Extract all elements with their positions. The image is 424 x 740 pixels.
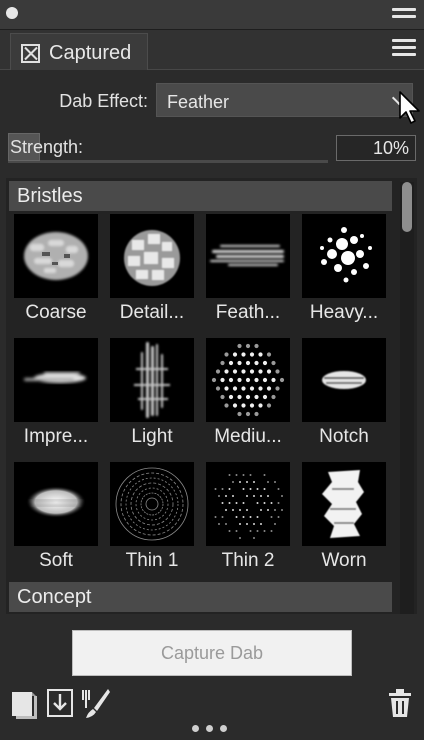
dab-item-thin2[interactable]: Thin 2 — [204, 462, 296, 586]
dab-effect-label: Dab Effect: — [59, 91, 148, 111]
heavy-dab-icon — [302, 214, 386, 298]
brush-controls-icon[interactable] — [80, 686, 112, 720]
coarse-dab-icon — [14, 214, 98, 298]
dab-effect-dropdown[interactable]: Feather — [156, 83, 413, 117]
dab-item-detail[interactable]: Detail... — [108, 214, 200, 338]
dab-item-heavy[interactable]: Heavy... — [300, 214, 392, 338]
light-dab-icon — [110, 338, 194, 422]
tab-bar: Captured — [0, 30, 424, 70]
dab-label: Light — [131, 426, 173, 447]
dab-item-soft[interactable]: Soft — [12, 462, 104, 586]
dab-item-light[interactable]: Light — [108, 338, 200, 462]
section-title: Bristles — [17, 185, 83, 207]
thin2-dab-icon — [206, 462, 290, 546]
notch-dab-icon — [302, 338, 386, 422]
dab-item-feather[interactable]: Feath... — [204, 214, 296, 338]
dab-label: Soft — [39, 550, 73, 571]
more-dots-icon[interactable] — [192, 719, 234, 737]
dab-label: Heavy... — [309, 302, 379, 323]
dab-item-thin1[interactable]: Thin 1 — [108, 462, 200, 586]
dab-label: Impre... — [23, 426, 89, 447]
dab-library: Bristles Coarse Detail... Feath... Heavy… — [6, 178, 417, 614]
dab-label: Thin 2 — [221, 550, 275, 571]
panel-top-bar — [0, 0, 424, 30]
capture-dab-button[interactable]: Capture Dab — [72, 630, 352, 676]
section-title: Concept — [17, 586, 92, 608]
library-panel-icon[interactable] — [10, 688, 40, 720]
dab-item-worn[interactable]: Worn — [300, 462, 392, 586]
trash-icon[interactable] — [388, 688, 412, 718]
dab-label: Notch — [319, 426, 369, 447]
dab-item-medium[interactable]: Mediu... — [204, 338, 296, 462]
dab-label: Coarse — [25, 302, 87, 323]
feather-dab-icon — [206, 214, 290, 298]
soft-dab-icon — [14, 462, 98, 546]
dab-label: Worn — [321, 550, 367, 571]
impressionist-dab-icon — [14, 338, 98, 422]
dab-item-notch[interactable]: Notch — [300, 338, 392, 462]
hamburger-menu-icon[interactable] — [392, 8, 416, 22]
worn-dab-icon — [302, 462, 386, 546]
section-header-concept[interactable]: Concept — [9, 582, 392, 612]
mouse-pointer-icon — [399, 91, 420, 124]
section-header-bristles[interactable]: Bristles — [9, 181, 392, 211]
dab-label: Thin 1 — [125, 550, 179, 571]
scrollbar-thumb[interactable] — [402, 182, 412, 232]
strength-value-field[interactable]: 10% — [336, 135, 416, 161]
tab-captured[interactable]: Captured — [10, 33, 148, 70]
dab-item-coarse[interactable]: Coarse — [12, 214, 104, 338]
circle-icon[interactable] — [6, 7, 18, 19]
import-icon[interactable] — [46, 688, 74, 718]
dab-item-impressionist[interactable]: Impre... — [12, 338, 104, 462]
dab-effect-value: Feather — [167, 92, 230, 112]
medium-dab-icon — [206, 338, 290, 422]
library-scrollbar[interactable] — [400, 182, 414, 614]
strength-label: Strength: — [10, 137, 84, 157]
dab-label: Mediu... — [214, 426, 282, 447]
strength-track — [8, 160, 328, 163]
thin1-dab-icon — [110, 462, 194, 546]
dab-label: Feath... — [215, 302, 281, 323]
close-box-icon[interactable] — [21, 44, 40, 63]
tab-label: Captured — [49, 42, 132, 64]
panel-menu-icon[interactable] — [392, 39, 416, 60]
detail-dab-icon — [110, 214, 194, 298]
dab-label: Detail... — [119, 302, 185, 323]
strength-slider[interactable]: Strength: — [8, 133, 328, 163]
